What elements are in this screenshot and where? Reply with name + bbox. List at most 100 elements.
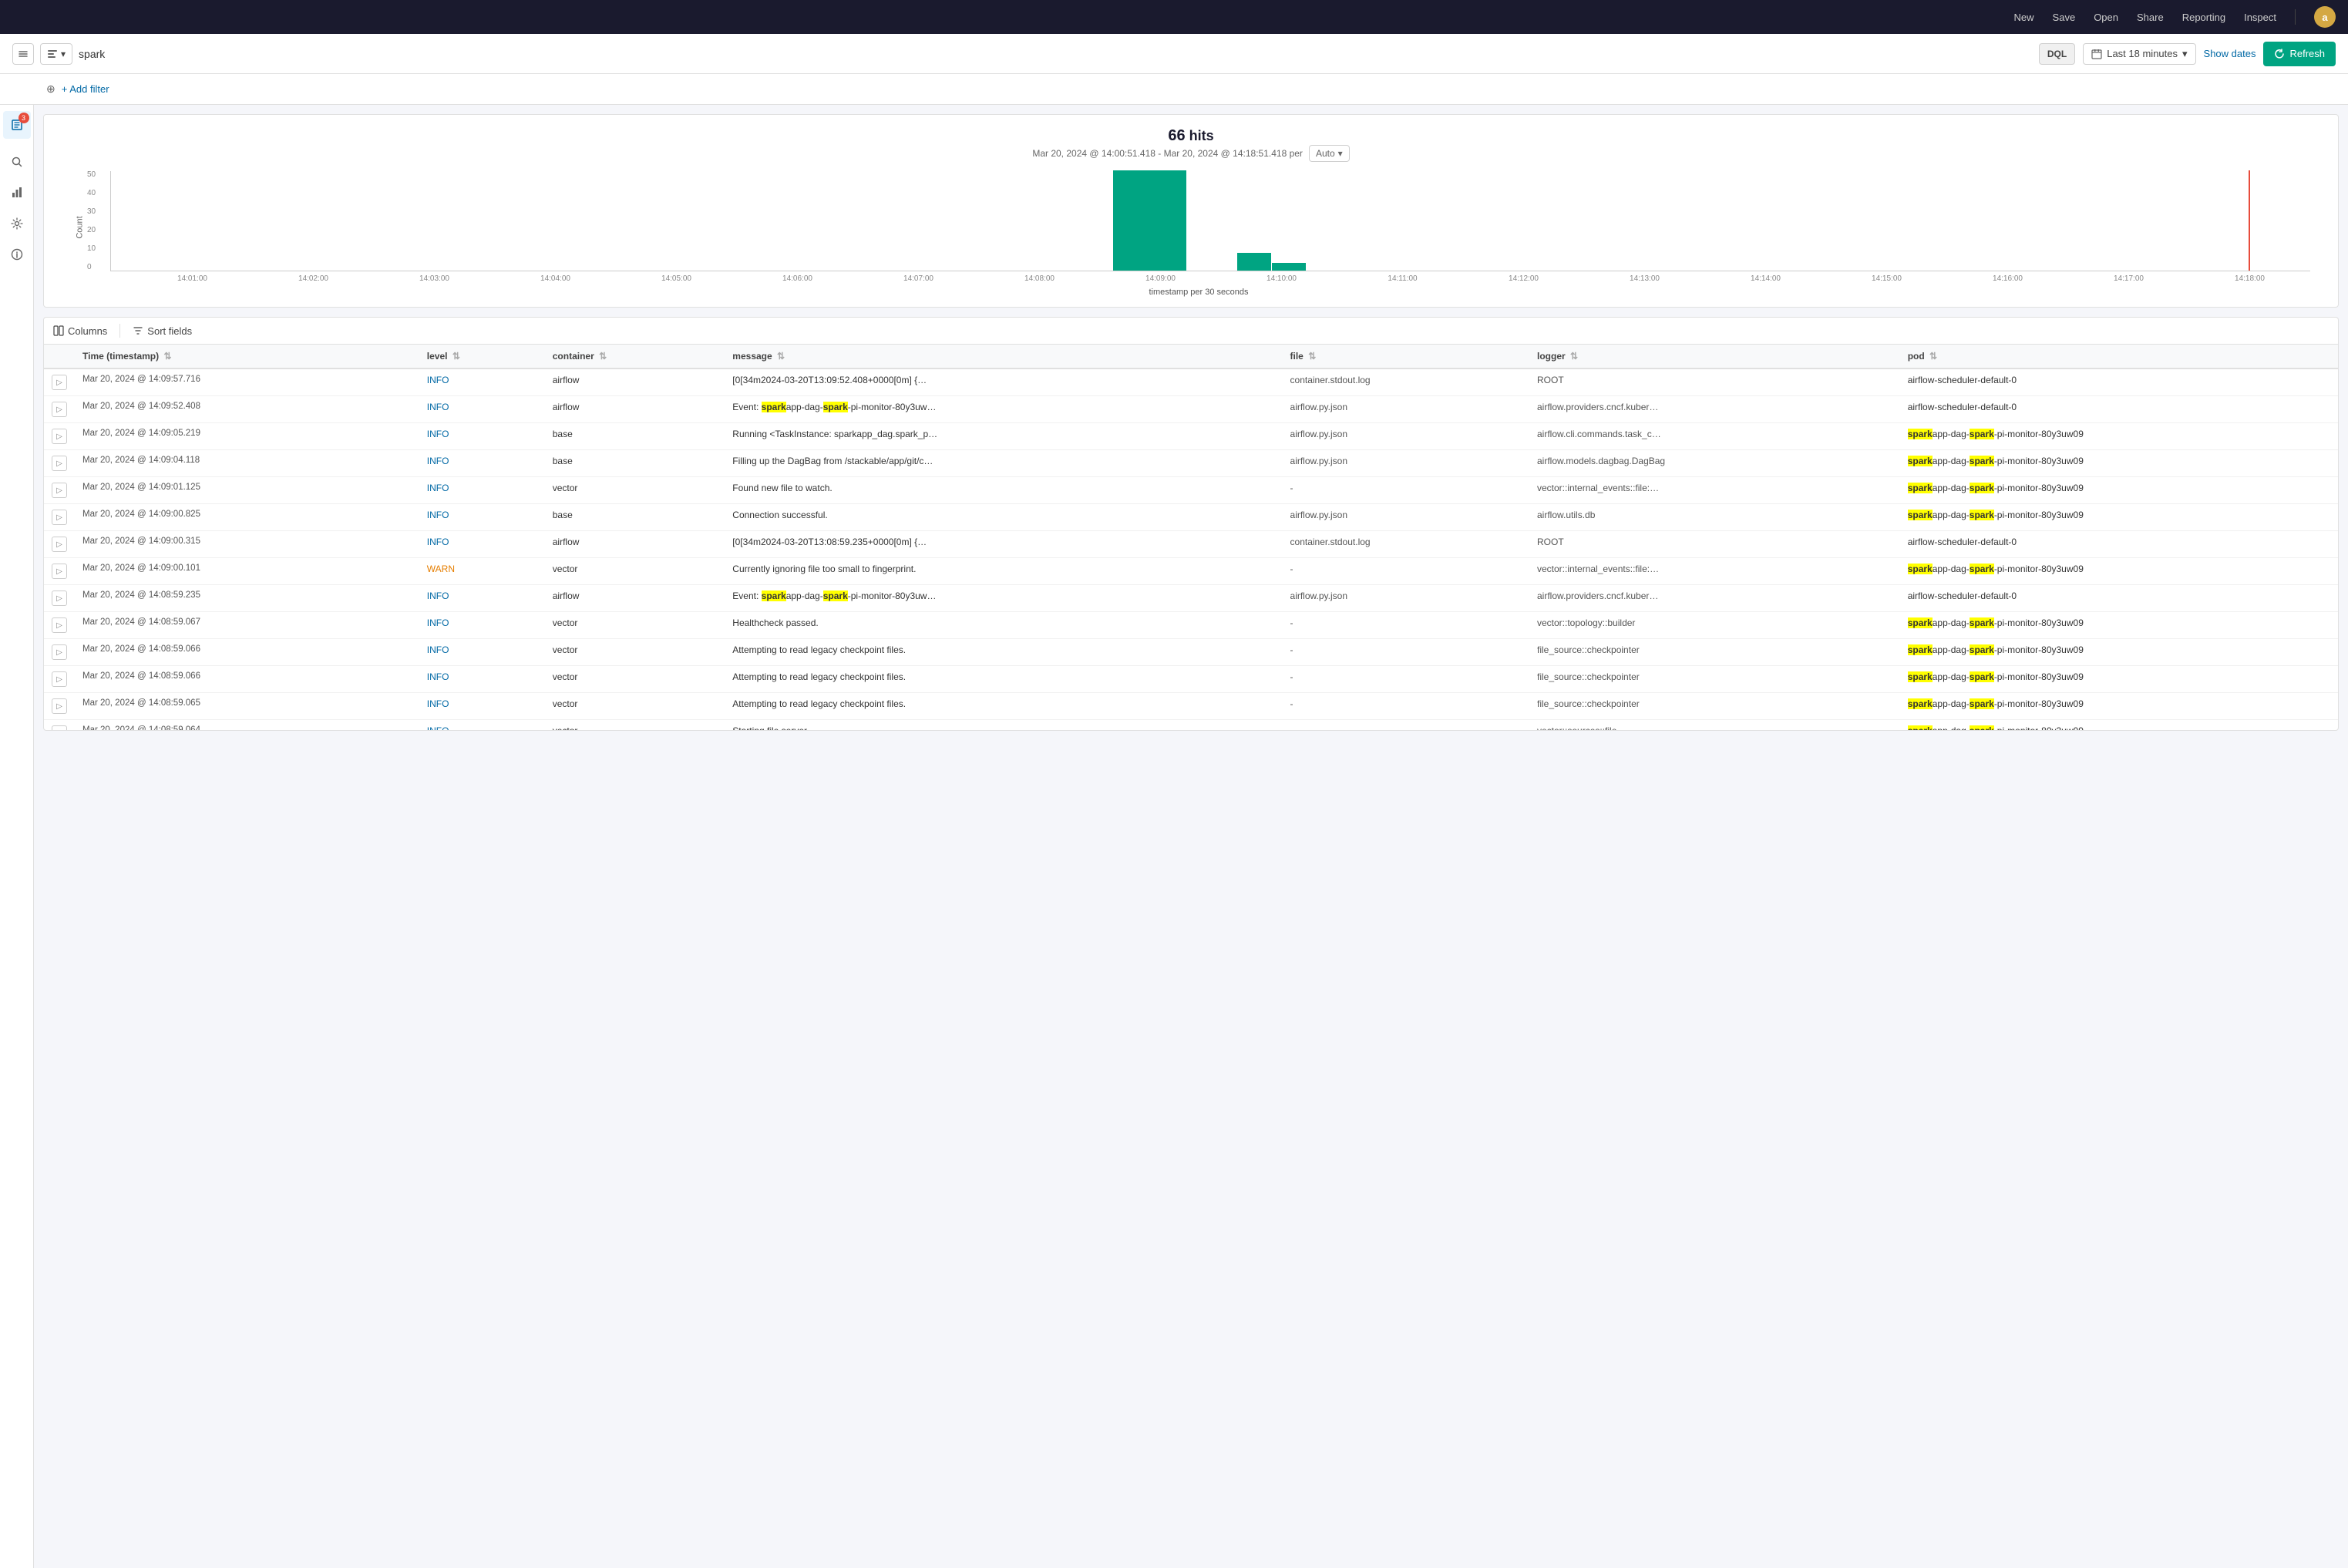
highlight-spark-pod: spark	[1970, 698, 1994, 709]
chart-section: 66 hits Mar 20, 2024 @ 14:00:51.418 - Ma…	[43, 114, 2339, 308]
col-header-container[interactable]: container ⇅	[545, 345, 725, 368]
sidebar-item-info[interactable]	[3, 241, 31, 268]
sidebar-item-settings[interactable]	[3, 210, 31, 237]
row-expand-icon[interactable]: ▷	[44, 612, 75, 639]
col-header-level[interactable]: level ⇅	[419, 345, 545, 368]
row-expand-icon[interactable]: ▷	[44, 531, 75, 558]
container-sort-icon: ⇅	[599, 351, 607, 362]
sidebar: 3	[0, 105, 34, 1568]
row-expand-button[interactable]: ▷	[52, 429, 67, 444]
collapse-button[interactable]	[12, 43, 34, 65]
row-pod: sparkapp-dag-spark-pi-monitor-80y3uw09	[1900, 558, 2338, 585]
row-file: container.stdout.log	[1283, 531, 1529, 558]
row-level: WARN	[419, 558, 545, 585]
row-time: Mar 20, 2024 @ 14:09:00.315	[75, 531, 419, 558]
table-row: ▷Mar 20, 2024 @ 14:09:57.716INFOairflow[…	[44, 368, 2338, 396]
row-logger: ROOT	[1529, 531, 1900, 558]
user-avatar[interactable]: a	[2314, 6, 2336, 28]
row-expand-icon[interactable]: ▷	[44, 423, 75, 450]
row-expand-button[interactable]: ▷	[52, 564, 67, 579]
highlight-spark: spark	[762, 591, 786, 601]
row-expand-icon[interactable]: ▷	[44, 585, 75, 612]
refresh-label: Refresh	[2289, 48, 2325, 59]
columns-button[interactable]: Columns	[53, 325, 107, 337]
table-row: ▷Mar 20, 2024 @ 14:09:05.219INFObaseRunn…	[44, 423, 2338, 450]
row-time: Mar 20, 2024 @ 14:08:59.235	[75, 585, 419, 612]
row-expand-icon[interactable]: ▷	[44, 639, 75, 666]
row-expand-button[interactable]: ▷	[52, 483, 67, 498]
nav-reporting[interactable]: Reporting	[2182, 12, 2225, 23]
nav-new[interactable]: New	[2014, 12, 2034, 23]
row-expand-button[interactable]: ▷	[52, 671, 67, 687]
bar-group-9	[1211, 253, 1333, 271]
search-type-dropdown[interactable]: ▾	[40, 43, 72, 65]
bar-9b[interactable]	[1272, 263, 1306, 271]
row-expand-icon[interactable]: ▷	[44, 450, 75, 477]
row-level: INFO	[419, 585, 545, 612]
add-filter-button[interactable]: + Add filter	[62, 83, 109, 95]
row-expand-button[interactable]: ▷	[52, 402, 67, 417]
nav-share[interactable]: Share	[2137, 12, 2164, 23]
x-tick-8: 14:09:00	[1100, 274, 1221, 283]
row-expand-icon[interactable]: ▷	[44, 396, 75, 423]
col-header-time[interactable]: Time (timestamp) ⇅	[75, 345, 419, 368]
nav-save[interactable]: Save	[2053, 12, 2076, 23]
table-row: ▷Mar 20, 2024 @ 14:09:00.101WARNvectorCu…	[44, 558, 2338, 585]
sort-fields-button[interactable]: Sort fields	[133, 325, 192, 337]
table-header-row: Time (timestamp) ⇅ level ⇅ container ⇅ m…	[44, 345, 2338, 368]
row-expand-button[interactable]: ▷	[52, 698, 67, 714]
row-level: INFO	[419, 666, 545, 693]
refresh-button[interactable]: Refresh	[2263, 42, 2336, 66]
row-expand-icon[interactable]: ▷	[44, 558, 75, 585]
row-expand-icon[interactable]: ▷	[44, 666, 75, 693]
sidebar-item-search[interactable]	[3, 148, 31, 176]
row-time: Mar 20, 2024 @ 14:08:59.066	[75, 666, 419, 693]
row-expand-button[interactable]: ▷	[52, 644, 67, 660]
row-logger: ROOT	[1529, 368, 1900, 396]
sidebar-item-chart[interactable]	[3, 179, 31, 207]
table-row: ▷Mar 20, 2024 @ 14:09:01.125INFOvectorFo…	[44, 477, 2338, 504]
table-row: ▷Mar 20, 2024 @ 14:08:59.064INFOvectorSt…	[44, 720, 2338, 731]
row-file: -	[1283, 477, 1529, 504]
col-header-pod[interactable]: pod ⇅	[1900, 345, 2338, 368]
col-header-icon	[44, 345, 75, 368]
row-expand-button[interactable]: ▷	[52, 725, 67, 730]
row-expand-icon[interactable]: ▷	[44, 368, 75, 396]
row-container: vector	[545, 612, 725, 639]
x-tick-1: 14:02:00	[253, 274, 374, 283]
dql-button[interactable]: DQL	[2039, 43, 2075, 65]
row-expand-button[interactable]: ▷	[52, 617, 67, 633]
x-tick-6: 14:07:00	[858, 274, 979, 283]
row-logger: airflow.models.dagbag.DagBag	[1529, 450, 1900, 477]
nav-open[interactable]: Open	[2094, 12, 2118, 23]
row-message: Connection successful.	[725, 504, 1282, 531]
table-scroll[interactable]: Time (timestamp) ⇅ level ⇅ container ⇅ m…	[44, 345, 2338, 730]
sidebar-item-logs[interactable]: 3	[3, 111, 31, 139]
col-header-message[interactable]: message ⇅	[725, 345, 1282, 368]
bar-9a[interactable]	[1237, 253, 1271, 271]
row-expand-icon[interactable]: ▷	[44, 720, 75, 731]
bar-8[interactable]	[1113, 170, 1186, 271]
row-expand-button[interactable]: ▷	[52, 510, 67, 525]
row-container: base	[545, 504, 725, 531]
col-header-logger[interactable]: logger ⇅	[1529, 345, 1900, 368]
row-expand-icon[interactable]: ▷	[44, 693, 75, 720]
auto-select-dropdown[interactable]: Auto ▾	[1309, 145, 1350, 162]
show-dates-button[interactable]: Show dates	[2204, 48, 2256, 59]
x-tick-13: 14:14:00	[1705, 274, 1826, 283]
row-expand-button[interactable]: ▷	[52, 591, 67, 606]
row-container: airflow	[545, 396, 725, 423]
row-expand-button[interactable]: ▷	[52, 537, 67, 552]
row-logger: file_source::checkpointer	[1529, 639, 1900, 666]
time-range-picker[interactable]: Last 18 minutes ▾	[2083, 43, 2195, 65]
x-tick-11: 14:12:00	[1463, 274, 1584, 283]
row-logger: vector::sources::file	[1529, 720, 1900, 731]
nav-inspect[interactable]: Inspect	[2244, 12, 2276, 23]
col-header-file[interactable]: file ⇅	[1283, 345, 1529, 368]
row-expand-button[interactable]: ▷	[52, 375, 67, 390]
row-logger: airflow.utils.db	[1529, 504, 1900, 531]
row-expand-button[interactable]: ▷	[52, 456, 67, 471]
search-input[interactable]	[79, 48, 2033, 60]
row-expand-icon[interactable]: ▷	[44, 477, 75, 504]
row-expand-icon[interactable]: ▷	[44, 504, 75, 531]
